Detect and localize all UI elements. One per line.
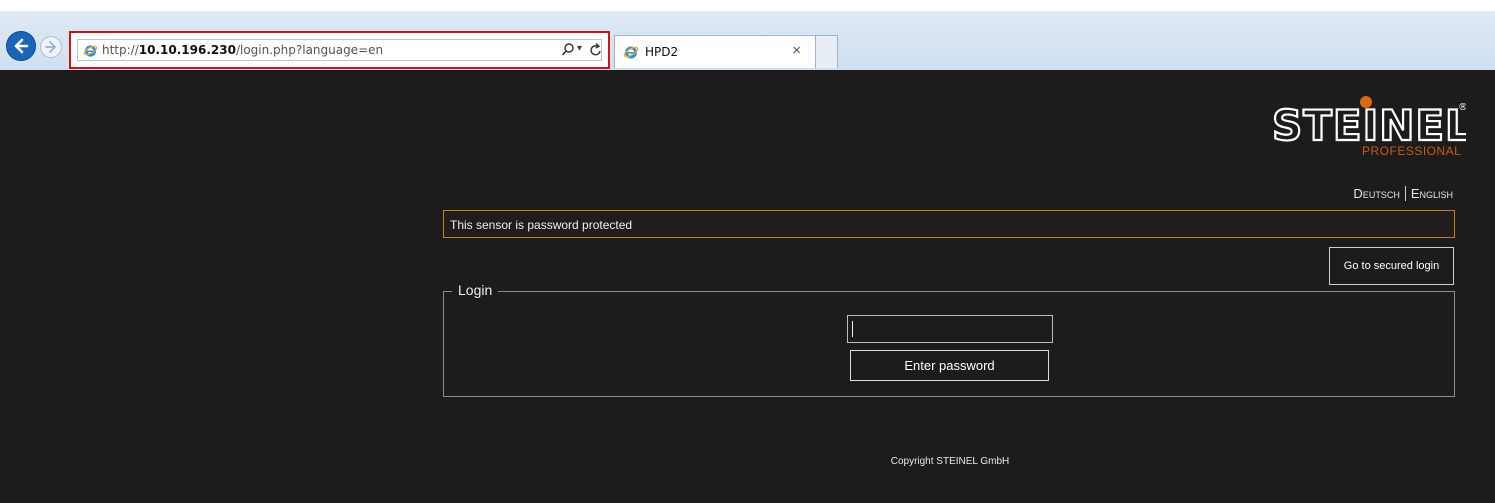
language-divider [1404,186,1406,201]
new-tab-button[interactable] [816,35,838,68]
close-icon[interactable]: × [792,42,801,59]
browser-chrome: http://10.10.196.230/login.php?language=… [0,0,1495,70]
address-bar-highlight: http://10.10.196.230/login.php?language=… [69,31,610,69]
logo-subtitle: PROFESSIONAL [1362,144,1462,158]
login-legend: Login [452,282,499,298]
login-fieldset: Login [443,282,1455,397]
refresh-icon[interactable] [589,42,603,58]
page-content: STEINEL ® PROFESSIONAL Deutsch English T… [0,70,1495,503]
language-switcher: Deutsch English [1353,186,1453,201]
svg-text:STEINEL: STEINEL [1272,101,1466,150]
tab-hpd2[interactable]: HPD2 × [614,35,816,68]
notice-text: This sensor is password protected [450,218,633,232]
tab-title: HPD2 [645,45,679,59]
text-cursor [852,321,853,337]
dropdown-icon[interactable]: ▾ [577,43,582,54]
svg-text:®: ® [1458,102,1466,113]
password-input[interactable] [847,315,1053,343]
back-button[interactable] [6,31,36,61]
ie-icon [623,46,639,59]
language-english-link[interactable]: English [1411,186,1453,201]
search-icon[interactable] [561,42,575,58]
address-url[interactable]: http://10.10.196.230/login.php?language=… [102,43,383,57]
back-arrow-icon [14,38,29,54]
password-notice: This sensor is password protected [443,210,1455,238]
secured-login-button[interactable]: Go to secured login [1329,247,1454,285]
language-deutsch-link[interactable]: Deutsch [1353,186,1399,201]
copyright: Copyright STEINEL GmbH [890,456,1010,467]
address-bar[interactable]: http://10.10.196.230/login.php?language=… [77,39,602,61]
ie-icon [83,45,98,57]
forward-button[interactable] [40,36,62,58]
enter-password-button[interactable]: Enter password [850,350,1049,381]
forward-arrow-icon [45,41,56,53]
